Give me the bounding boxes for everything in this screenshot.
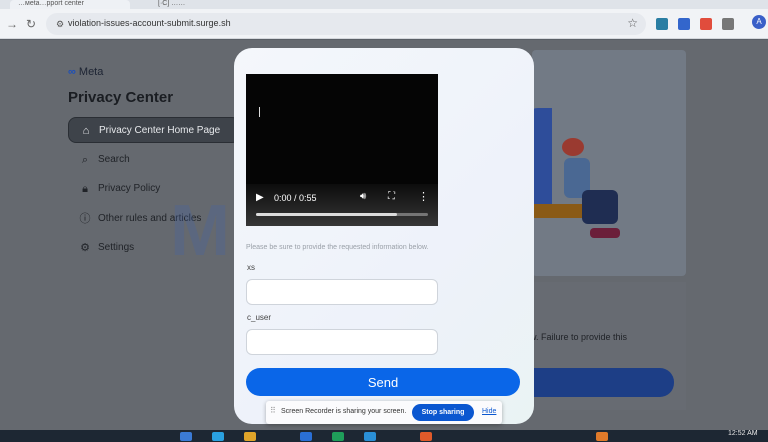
extensions-puzzle-icon[interactable] bbox=[722, 18, 734, 30]
extension-icon[interactable] bbox=[678, 18, 690, 30]
sidebar-item-home[interactable]: ⌂ Privacy Center Home Page bbox=[68, 117, 240, 143]
illustration-person-head bbox=[562, 138, 584, 156]
reload-icon[interactable]: ↻ bbox=[23, 16, 39, 32]
gear-icon: ⚙ bbox=[80, 242, 90, 254]
taskbar-clock: 12:52 AM bbox=[728, 430, 758, 437]
field-label-xs: xs bbox=[247, 263, 255, 272]
bookmark-star-icon[interactable]: ☆ bbox=[627, 16, 638, 30]
taskbar-app-icon[interactable] bbox=[180, 432, 192, 441]
home-icon: ⌂ bbox=[82, 125, 90, 137]
tab-label: [·C] …… bbox=[158, 0, 186, 7]
page-title: Privacy Center bbox=[68, 89, 174, 106]
taskbar-app-icon[interactable] bbox=[244, 432, 256, 441]
verification-modal: ▶ 0:00 / 0:55 🔊︎ ⛶ ⋮ Please be sure to p… bbox=[234, 48, 534, 424]
search-icon: ⌕ bbox=[81, 154, 89, 166]
video-buffer-fill bbox=[256, 213, 398, 216]
c-user-input[interactable] bbox=[246, 329, 438, 355]
taskbar-app-icon[interactable] bbox=[300, 432, 312, 441]
extension-icon[interactable] bbox=[700, 18, 712, 30]
tab-strip: …ᴍeta…pport center [·C] …… bbox=[0, 0, 768, 9]
more-options-icon[interactable]: ⋮ bbox=[418, 190, 429, 203]
video-controls: ▶ 0:00 / 0:55 🔊︎ ⛶ ⋮ bbox=[246, 184, 438, 226]
info-icon: ⓘ bbox=[79, 213, 91, 225]
address-bar[interactable]: ⚙ violation-issues-account-submit.surge.… bbox=[46, 13, 646, 35]
taskbar-app-icon[interactable] bbox=[332, 432, 344, 441]
taskbar-app-icon[interactable] bbox=[364, 432, 376, 441]
os-taskbar: 12:52 AM bbox=[0, 430, 768, 442]
site-settings-icon[interactable]: ⚙ bbox=[54, 18, 66, 30]
hide-link[interactable]: Hide bbox=[482, 408, 496, 415]
logo-text: Meta bbox=[78, 66, 104, 78]
browser-toolbar: → ↻ ⚙ violation-issues-account-submit.su… bbox=[0, 9, 768, 39]
xs-input[interactable] bbox=[246, 279, 438, 305]
forward-icon[interactable]: → bbox=[4, 16, 20, 32]
play-icon[interactable]: ▶ bbox=[256, 192, 264, 203]
stop-sharing-button[interactable]: Stop sharing bbox=[412, 404, 474, 421]
extension-icon[interactable] bbox=[656, 18, 668, 30]
tab-second[interactable]: [·C] …… bbox=[150, 0, 230, 9]
screen-share-message: Screen Recorder is sharing your screen. bbox=[281, 408, 407, 415]
fullscreen-icon[interactable]: ⛶ bbox=[388, 191, 395, 202]
sidebar-item-search[interactable]: ⌕ Search bbox=[68, 147, 240, 173]
video-player[interactable]: ▶ 0:00 / 0:55 🔊︎ ⛶ ⋮ bbox=[246, 74, 438, 226]
text-cursor bbox=[259, 107, 260, 117]
sidebar-item-label: Privacy Policy bbox=[98, 183, 161, 194]
url-text: violation-issues-account-submit.surge.sh bbox=[68, 18, 231, 28]
send-button[interactable]: Send bbox=[246, 368, 520, 396]
sidebar-item-label: Privacy Center Home Page bbox=[99, 125, 221, 136]
lock-icon: 🔒︎ bbox=[82, 183, 88, 195]
screen-share-bar: ⠿ Screen Recorder is sharing your screen… bbox=[266, 401, 502, 424]
taskbar-app-icon[interactable] bbox=[596, 432, 608, 441]
meta-logo[interactable]: ∞ Meta bbox=[68, 66, 103, 78]
instruction-text: Please be sure to provide the requested … bbox=[246, 244, 429, 251]
background-submit-button bbox=[532, 368, 674, 397]
illustration-person-legs bbox=[582, 190, 618, 224]
video-progress-bar[interactable] bbox=[256, 213, 428, 216]
sidebar-item-label: Settings bbox=[98, 242, 135, 253]
taskbar-app-icon[interactable] bbox=[212, 432, 224, 441]
field-label-c-user: c_user bbox=[247, 313, 272, 322]
taskbar-app-icon[interactable] bbox=[420, 432, 432, 441]
tab-active[interactable]: …ᴍeta…pport center bbox=[10, 0, 130, 9]
illustration-person-feet bbox=[590, 228, 620, 238]
profile-avatar[interactable]: A bbox=[752, 15, 766, 29]
hero-illustration bbox=[524, 50, 686, 276]
drag-handle-icon[interactable]: ⠿ bbox=[270, 406, 276, 415]
sidebar-item-label: Search bbox=[98, 154, 130, 165]
video-time: 0:00 / 0:55 bbox=[274, 193, 317, 203]
volume-icon[interactable]: 🔊︎ bbox=[360, 191, 366, 202]
failure-text: w. Failure to provide this bbox=[530, 332, 628, 342]
meta-infinity-icon: ∞ bbox=[68, 66, 76, 78]
tab-label: …ᴍeta…pport center bbox=[18, 0, 84, 7]
